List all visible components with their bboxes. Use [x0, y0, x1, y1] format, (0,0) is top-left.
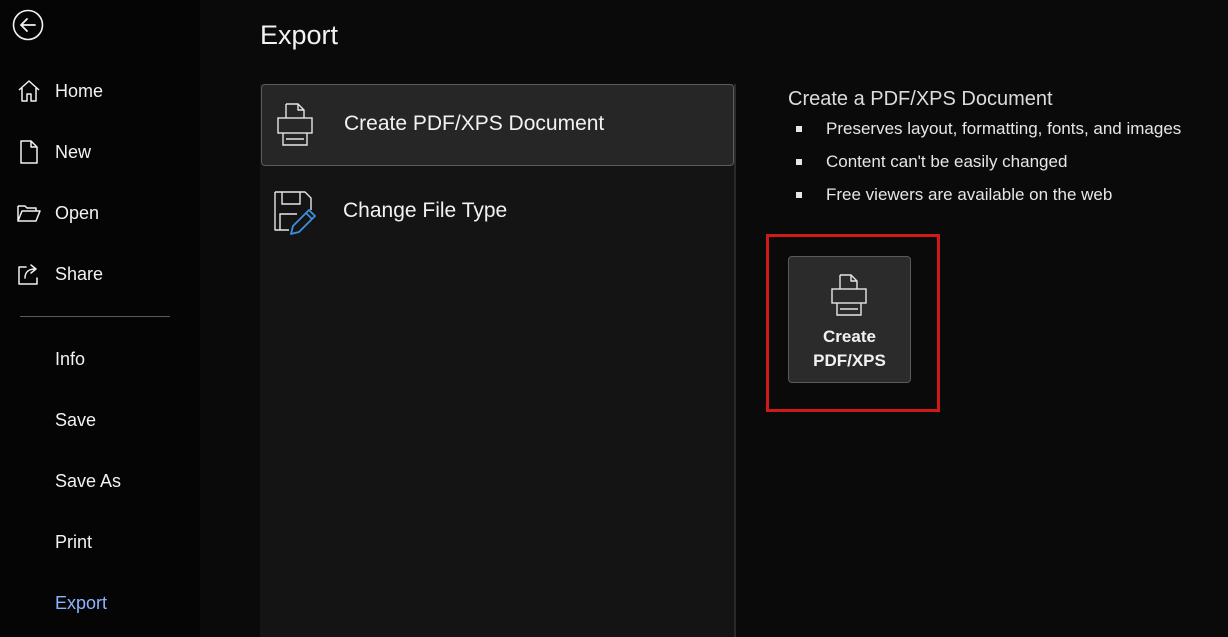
list-item: Free viewers are available on the web	[788, 185, 1218, 218]
feature-list: Preserves layout, formatting, fonts, and…	[788, 119, 1218, 218]
sidebar-item-save[interactable]: Save	[0, 400, 200, 440]
sidebar-item-label: Print	[55, 532, 93, 552]
backstage-sidebar: Home New Open Share Info Save Save As Pr…	[0, 0, 200, 637]
sidebar-item-label: Info	[55, 349, 86, 369]
details-panel: Create a PDF/XPS Document Preserves layo…	[788, 88, 1218, 218]
pdf-document-icon	[831, 274, 867, 316]
export-options-list: Create PDF/XPS Document Change File Type	[260, 84, 735, 637]
sidebar-item-label: Save As	[55, 471, 122, 491]
home-icon	[18, 80, 40, 102]
share-icon	[18, 264, 38, 285]
back-arrow-icon	[12, 9, 44, 41]
page-title: Export	[260, 20, 339, 50]
sidebar-item-export[interactable]: Export	[0, 583, 200, 623]
create-pdf-xps-label: Create PDF/XPS	[813, 327, 886, 370]
sidebar-item-label: Share	[55, 264, 104, 284]
sidebar-item-label: Save	[55, 410, 97, 430]
export-backstage: Home New Open Share Info Save Save As Pr…	[0, 0, 1228, 637]
create-pdf-xps-button[interactable]: Create PDF/XPS	[788, 256, 911, 383]
sidebar-item-label: New	[55, 142, 92, 162]
sidebar-item-save-as[interactable]: Save As	[0, 461, 200, 501]
list-item: Preserves layout, formatting, fonts, and…	[788, 119, 1218, 152]
option-create-pdf-xps[interactable]: Create PDF/XPS Document	[261, 84, 734, 166]
sidebar-divider	[20, 316, 170, 317]
sidebar-item-label: Open	[55, 203, 100, 223]
new-document-icon	[20, 140, 38, 164]
sidebar-item-open[interactable]: Open	[0, 193, 200, 233]
sidebar-item-label: Export	[55, 593, 108, 613]
sidebar-item-label: Home	[55, 81, 104, 101]
back-button[interactable]	[12, 9, 44, 41]
change-file-type-icon	[274, 191, 316, 235]
sidebar-item-info[interactable]: Info	[0, 339, 200, 379]
folder-open-icon	[17, 205, 41, 222]
sidebar-item-home[interactable]: Home	[0, 71, 200, 111]
option-change-file-type[interactable]: Change File Type	[261, 172, 732, 252]
sidebar-item-print[interactable]: Print	[0, 522, 200, 562]
option-label: Create PDF/XPS Document	[344, 112, 605, 135]
pdf-document-icon	[277, 103, 313, 146]
option-label: Change File Type	[343, 199, 508, 222]
list-divider	[734, 84, 736, 637]
list-item: Content can't be easily changed	[788, 152, 1218, 185]
details-title: Create a PDF/XPS Document	[788, 88, 1053, 110]
sidebar-item-new[interactable]: New	[0, 132, 200, 172]
sidebar-item-share[interactable]: Share	[0, 254, 200, 294]
